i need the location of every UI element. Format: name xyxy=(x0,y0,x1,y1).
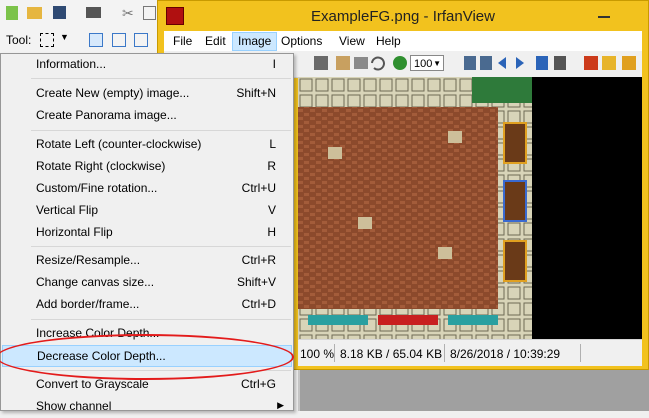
menu-item-shortcut: V xyxy=(267,203,276,217)
menu-item-label: Add border/frame... xyxy=(36,297,140,311)
menu-item-shortcut: R xyxy=(267,159,276,173)
exit-icon xyxy=(622,56,636,70)
menu-separator xyxy=(31,319,291,320)
open-folder-icon[interactable] xyxy=(27,7,42,19)
copy-icon[interactable] xyxy=(143,6,156,20)
menu-image[interactable]: Image xyxy=(232,32,278,51)
status-divider xyxy=(334,344,335,362)
menu-item-label: Information... xyxy=(36,57,107,71)
tileset-image xyxy=(298,77,642,339)
menu-item-label: Rotate Left (counter-clockwise) xyxy=(36,137,202,151)
tool-dropdown-icon[interactable]: ▼ xyxy=(60,32,69,42)
select-mode-icon-1[interactable] xyxy=(89,33,103,47)
menu-item-label: Rotate Right (clockwise) xyxy=(36,159,166,173)
chevron-down-icon: ▼ xyxy=(433,59,441,68)
print-icon xyxy=(554,56,566,70)
menu-item-label: Create Panorama image... xyxy=(36,108,177,122)
select-mode-icon-3[interactable] xyxy=(134,33,148,47)
menu-item-shortcut: H xyxy=(267,225,276,239)
menu-item-information[interactable]: Information... I xyxy=(2,54,292,76)
menu-item-shortcut: I xyxy=(272,57,276,71)
title-bar[interactable]: ExampleFG.png - IrfanView xyxy=(158,1,648,31)
menu-separator xyxy=(31,130,291,131)
rect-select-tool-icon[interactable] xyxy=(40,33,54,47)
menu-item-shortcut: L xyxy=(269,137,276,151)
menu-item-increase-color-depth[interactable]: Increase Color Depth... xyxy=(2,323,292,345)
menu-item-add-border-frame[interactable]: Add border/frame... Ctrl+D xyxy=(2,294,292,316)
menu-item-label: Custom/Fine rotation... xyxy=(36,181,158,195)
status-size: 8.18 KB / 65.04 KB xyxy=(340,347,443,361)
menu-item-shortcut: Ctrl+D xyxy=(241,297,276,311)
menu-bar: File Edit Image Options View Help xyxy=(164,31,642,51)
menu-item-rotate-right[interactable]: Rotate Right (clockwise) R xyxy=(2,156,292,178)
menu-item-convert-grayscale[interactable]: Convert to Grayscale Ctrl+G xyxy=(2,374,292,396)
next-icon xyxy=(516,57,524,69)
prev-icon xyxy=(498,57,506,69)
menu-item-horizontal-flip[interactable]: Horizontal Flip H xyxy=(2,222,292,244)
background-area xyxy=(300,365,649,411)
menu-item-label: Resize/Resample... xyxy=(36,253,141,267)
zoom-out-icon xyxy=(480,56,492,70)
status-date: 8/26/2018 / 10:39:29 xyxy=(450,347,561,361)
select-mode-icon-2[interactable] xyxy=(112,33,126,47)
status-divider xyxy=(444,344,445,362)
menu-options[interactable]: Options xyxy=(276,33,327,50)
delete-icon xyxy=(354,57,368,69)
menu-item-shortcut: Ctrl+R xyxy=(241,253,276,267)
menu-separator xyxy=(31,78,291,79)
print-icon[interactable] xyxy=(86,7,101,18)
status-divider xyxy=(580,344,581,362)
menu-item-label: Vertical Flip xyxy=(36,203,99,217)
menu-view[interactable]: View xyxy=(334,33,370,50)
submenu-arrow-icon: ▶ xyxy=(277,400,284,410)
cut-icon[interactable]: ✂ xyxy=(122,5,138,21)
menu-item-change-canvas-size[interactable]: Change canvas size... Shift+V xyxy=(2,272,292,294)
paint-icon xyxy=(584,56,598,70)
menu-item-label: Decrease Color Depth... xyxy=(37,349,166,363)
background-toolbar: ✂ Tool: ▼ xyxy=(0,0,160,56)
menu-separator xyxy=(31,370,291,371)
menu-item-vertical-flip[interactable]: Vertical Flip V xyxy=(2,200,292,222)
menu-item-create-new-image[interactable]: Create New (empty) image... Shift+N xyxy=(2,83,292,105)
zoom-select[interactable]: 100 ▼ xyxy=(410,55,444,71)
menu-item-show-channel[interactable]: Show channel ▶ xyxy=(2,396,292,418)
paste-icon xyxy=(336,56,350,70)
menu-item-resize-resample[interactable]: Resize/Resample... Ctrl+R xyxy=(2,250,292,272)
menu-item-label: Increase Color Depth... xyxy=(36,326,160,340)
menu-separator xyxy=(31,246,291,247)
zoom-in-icon xyxy=(464,56,476,70)
menu-item-custom-rotation[interactable]: Custom/Fine rotation... Ctrl+U xyxy=(2,178,292,200)
minimize-icon[interactable] xyxy=(598,16,610,18)
menu-item-shortcut: Ctrl+G xyxy=(240,377,276,391)
copy-icon xyxy=(314,56,328,70)
menu-item-label: Change canvas size... xyxy=(36,275,155,289)
menu-item-rotate-left[interactable]: Rotate Left (counter-clockwise) L xyxy=(2,134,292,156)
menu-item-label: Create New (empty) image... xyxy=(36,86,190,100)
zoom-value: 100 xyxy=(414,58,433,70)
menu-item-shortcut: Ctrl+U xyxy=(241,181,276,195)
image-menu-dropdown: Information... I Create New (empty) imag… xyxy=(0,53,294,413)
menu-item-shortcut: Shift+N xyxy=(236,86,276,100)
save-icon[interactable] xyxy=(53,6,66,19)
slideshow-icon xyxy=(536,56,548,70)
menu-edit[interactable]: Edit xyxy=(200,33,231,50)
info-icon xyxy=(393,56,407,70)
tool-label: Tool: xyxy=(6,33,32,47)
undo-icon xyxy=(371,56,385,71)
window-title: ExampleFG.png - IrfanView xyxy=(311,8,495,25)
settings-icon xyxy=(602,56,616,70)
menu-item-create-panorama[interactable]: Create Panorama image... xyxy=(2,105,292,127)
menu-item-label: Horizontal Flip xyxy=(36,225,113,239)
menu-help[interactable]: Help xyxy=(371,33,406,50)
menu-item-shortcut: Shift+V xyxy=(236,275,276,289)
image-canvas[interactable] xyxy=(298,77,642,339)
menu-item-label: Convert to Grayscale xyxy=(36,377,149,391)
new-file-icon[interactable] xyxy=(6,6,18,20)
status-zoom: 100 % xyxy=(300,347,335,361)
status-bar: 100 % 8.18 KB / 65.04 KB 8/26/2018 / 10:… xyxy=(298,339,642,366)
menu-file[interactable]: File xyxy=(168,33,197,50)
menu-item-decrease-color-depth[interactable]: Decrease Color Depth... xyxy=(2,345,292,367)
